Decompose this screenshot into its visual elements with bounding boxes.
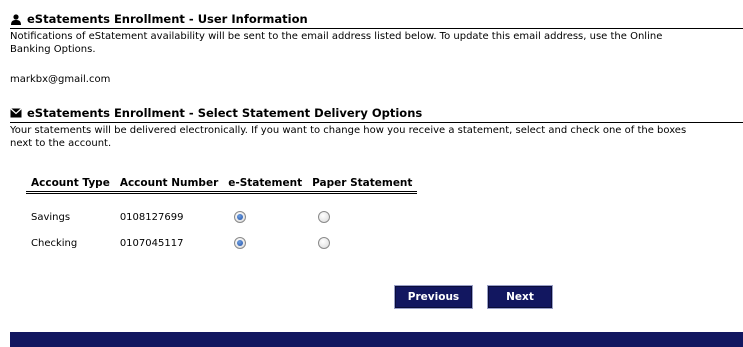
column-account-number: Account Number [114,177,224,194]
account-type-cell: Savings [31,211,71,223]
account-type-cell: Checking [31,237,78,249]
account-number-cell: 0108127699 [119,211,184,223]
delivery-options-heading: eStatements Enrollment - Select Statemen… [10,106,743,123]
accounts-table: Account Type Account Number e-Statement … [26,177,418,256]
table-row: Checking 0107045117 [26,230,417,256]
delivery-notice: Your statements will be delivered electr… [10,125,687,149]
account-number-cell: 0107045117 [119,237,184,249]
envelope-icon [10,107,22,119]
email-address: markbx@gmail.com [10,74,111,85]
footer-bar [10,332,743,347]
delivery-options-title: eStatements Enrollment - Select Statemen… [27,106,423,120]
user-info-notice: Notifications of eStatement availability… [10,31,663,55]
user-icon [10,13,22,25]
user-info-title: eStatements Enrollment - User Informatio… [27,12,308,26]
column-e-statement: e-Statement [223,177,308,194]
previous-button[interactable]: Previous [394,285,473,309]
next-button[interactable]: Next [487,285,553,309]
table-header-row: Account Type Account Number e-Statement … [26,177,418,194]
column-paper-statement: Paper Statement [307,177,418,194]
checking-e-statement-radio[interactable] [234,237,247,249]
checking-paper-statement-radio[interactable] [318,237,331,249]
user-info-heading: eStatements Enrollment - User Informatio… [10,12,743,29]
column-account-type: Account Type [26,177,115,194]
savings-paper-statement-radio[interactable] [318,211,331,223]
savings-e-statement-radio[interactable] [234,211,247,223]
table-row: Savings 0108127699 [26,204,417,230]
